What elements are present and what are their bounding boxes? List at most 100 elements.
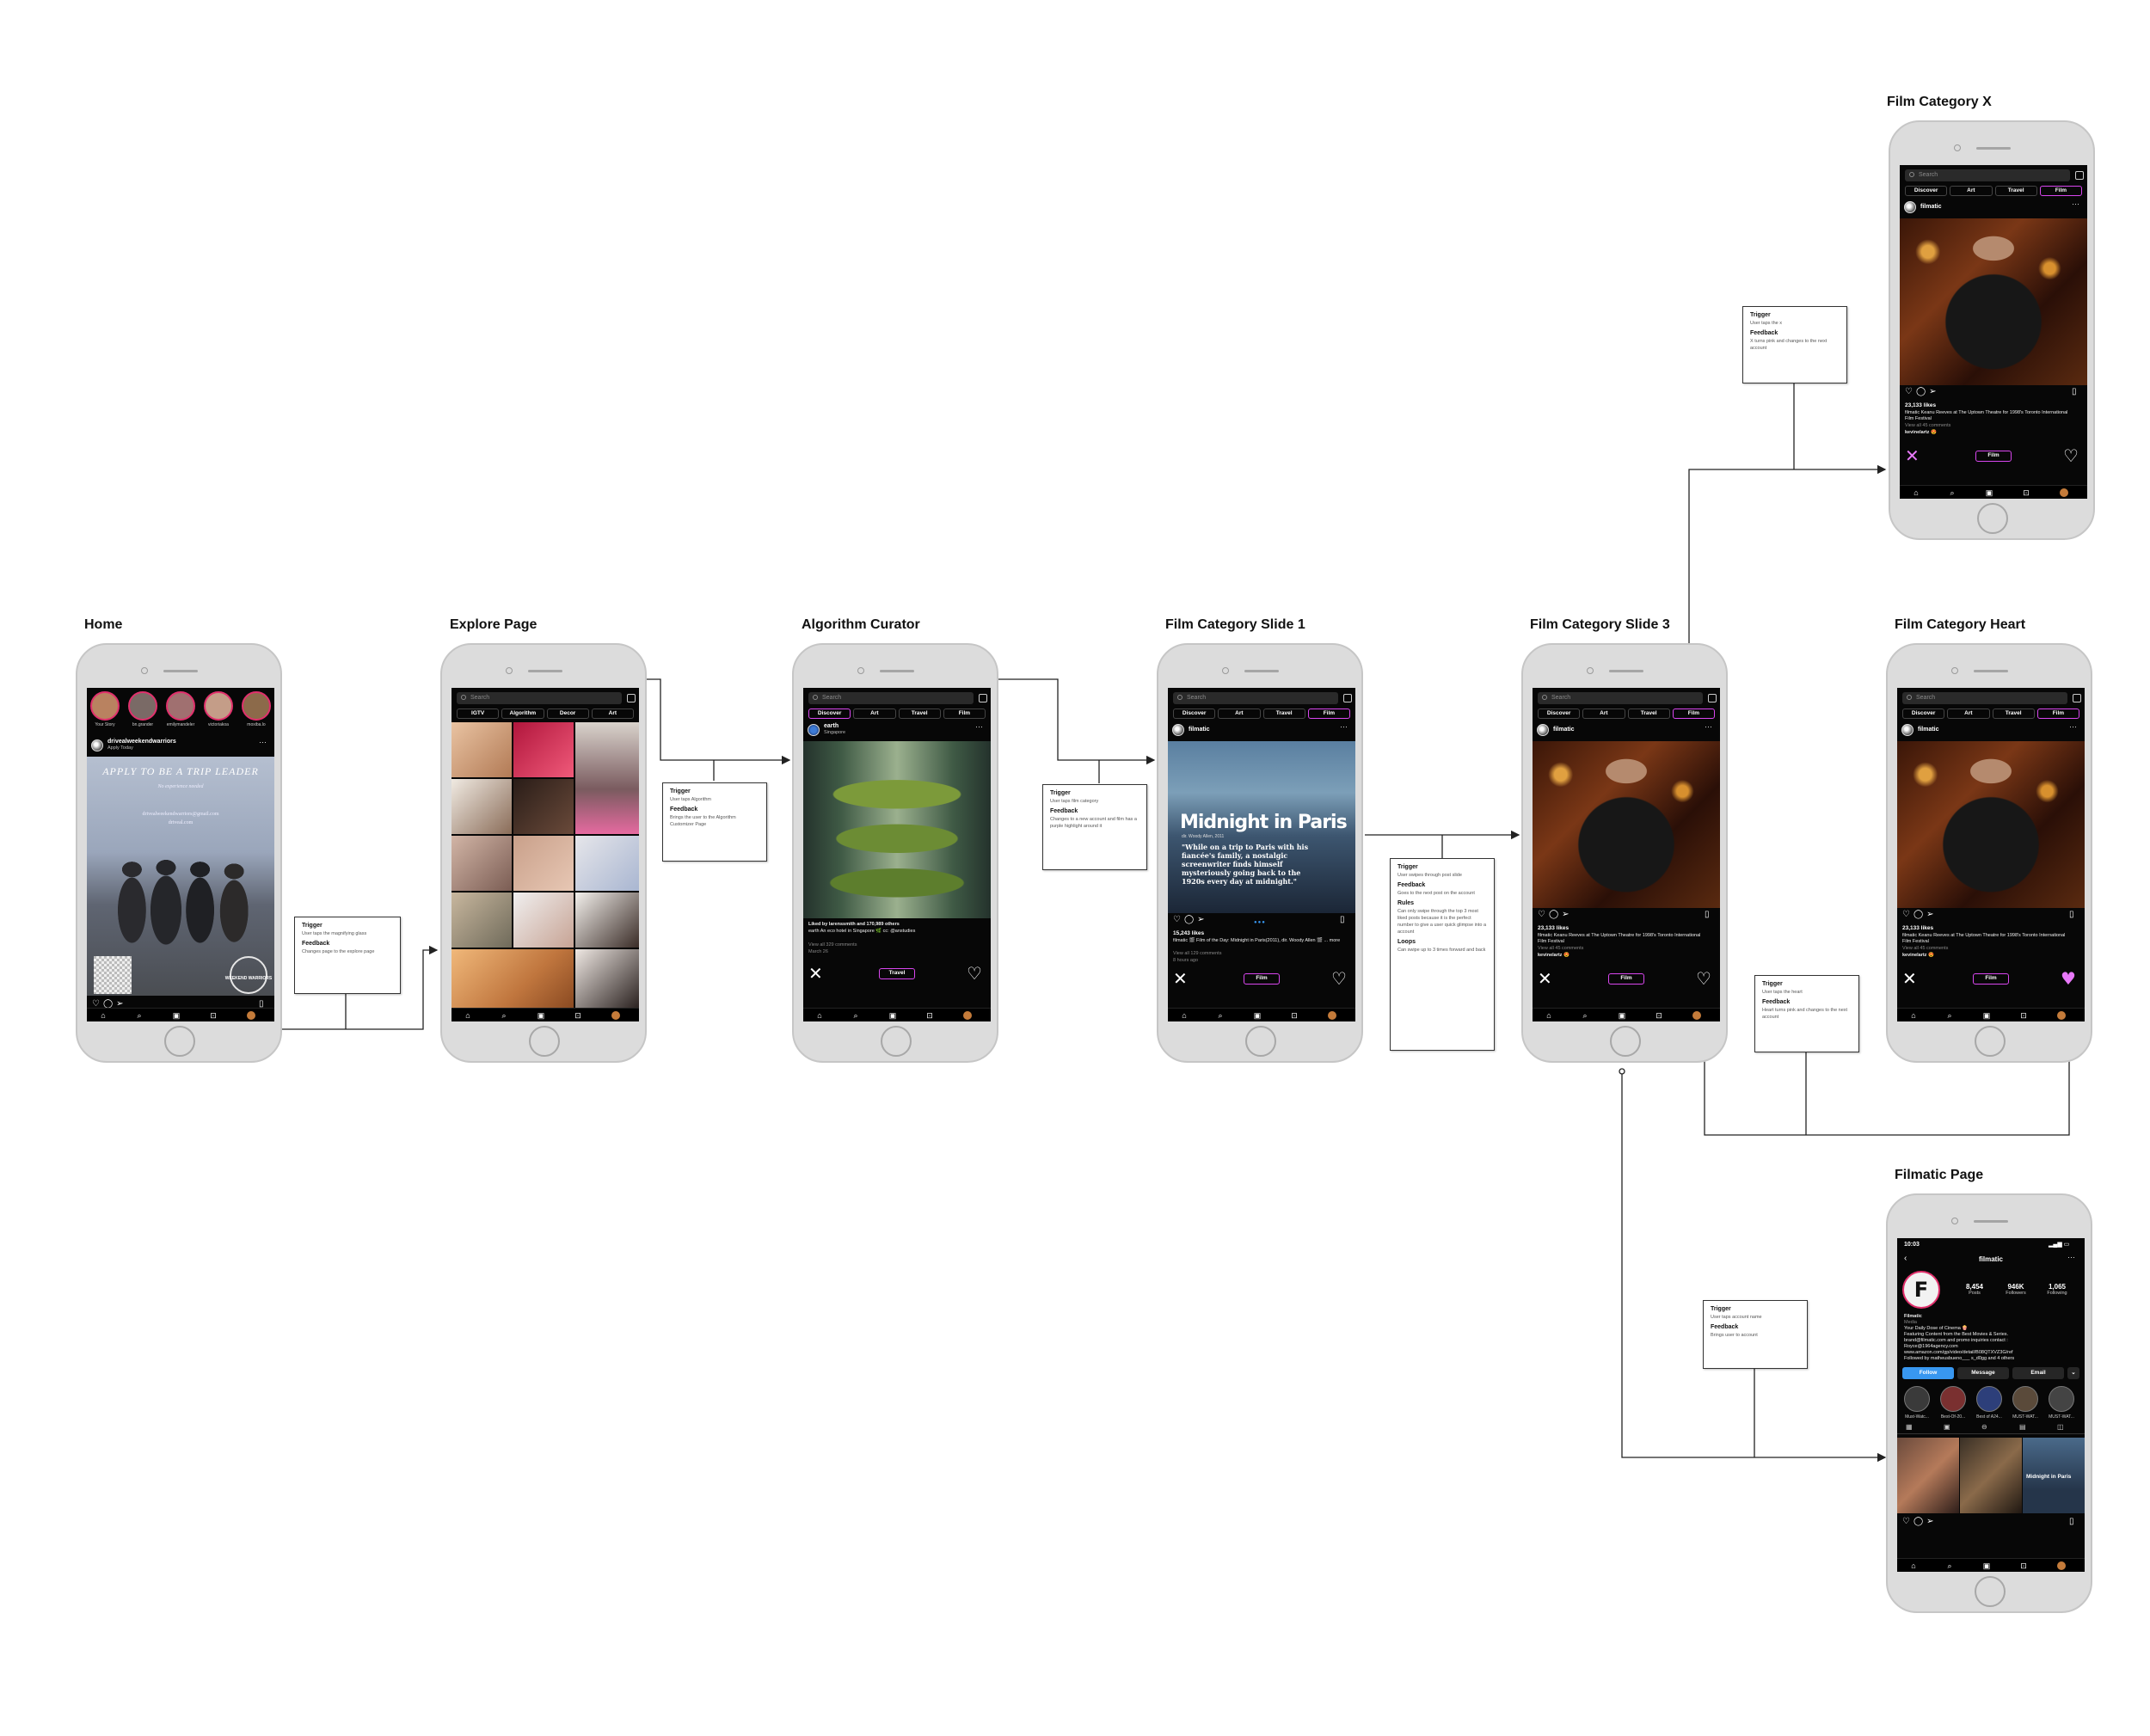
heart-icon[interactable]: ♡: [1696, 968, 1711, 989]
highlight-circle[interactable]: [2012, 1386, 2038, 1412]
grid-item[interactable]: [452, 836, 512, 891]
shop-icon[interactable]: ⊡: [1290, 1011, 1299, 1020]
comment-icon[interactable]: ◯: [1549, 910, 1562, 919]
reels-icon[interactable]: ▣: [1618, 1011, 1626, 1020]
search-icon[interactable]: ⌕: [1945, 1561, 1954, 1570]
post-account-name[interactable]: filmatic: [1920, 204, 1942, 210]
tab-discover[interactable]: Discover: [1902, 709, 1945, 719]
search-icon[interactable]: ⌕: [135, 1011, 144, 1020]
reels-icon[interactable]: ▣: [1982, 1011, 1991, 1020]
search-input[interactable]: Search: [1902, 692, 2067, 704]
home-icon[interactable]: ⌂: [815, 1011, 824, 1020]
heart-icon[interactable]: ♡: [2063, 445, 2079, 466]
view-comments-link[interactable]: View all 45 comments: [1905, 423, 2077, 429]
bio-link[interactable]: www.amazon.com/gp/video/detail/B08QTXVZ3…: [1904, 1350, 2076, 1356]
search-icon[interactable]: ⌕: [1945, 1011, 1954, 1020]
tab-travel[interactable]: Travel: [1627, 709, 1670, 719]
tab-algorithm[interactable]: Algorithm: [501, 709, 544, 719]
highlight-circle[interactable]: [1904, 1386, 1930, 1412]
tab-film[interactable]: Film: [2036, 709, 2079, 719]
tab-film[interactable]: Film: [1672, 709, 1715, 719]
grid-icon[interactable]: ▦: [1906, 1423, 1913, 1431]
more-options-icon[interactable]: ⋯: [1340, 722, 1348, 732]
tab-art[interactable]: Art: [1947, 709, 1990, 719]
view-comments-link[interactable]: View all 45 comments: [1902, 946, 2074, 952]
bookmark-icon[interactable]: ▯: [1705, 910, 1713, 919]
grid-item[interactable]: [452, 893, 512, 948]
grid-item[interactable]: [452, 779, 512, 834]
post-avatar[interactable]: [1901, 724, 1914, 736]
message-button[interactable]: Message: [1957, 1367, 2009, 1379]
reels-icon[interactable]: ▣: [172, 1011, 181, 1020]
post-thumbnail[interactable]: [1960, 1438, 2022, 1513]
post-account-name[interactable]: filmatic: [1553, 727, 1575, 733]
tab-igtv[interactable]: IGTV: [457, 709, 500, 719]
scan-icon[interactable]: [1343, 694, 1352, 702]
shop-icon[interactable]: ⊡: [2019, 1011, 2028, 1020]
tab-film[interactable]: Film: [943, 709, 986, 719]
story-avatar[interactable]: [204, 691, 233, 721]
heart-icon[interactable]: ♡: [967, 963, 982, 984]
grid-item[interactable]: [513, 722, 574, 777]
video-icon[interactable]: ⊖: [1981, 1423, 1987, 1431]
tab-discover[interactable]: Discover: [808, 709, 851, 719]
search-input[interactable]: Search: [1538, 692, 1703, 704]
shop-icon[interactable]: ⊡: [1655, 1011, 1663, 1020]
heart-icon[interactable]: ♡: [1173, 915, 1184, 924]
reels-icon[interactable]: ▣: [1253, 1011, 1262, 1020]
story-avatar[interactable]: [242, 691, 271, 721]
view-comments-link[interactable]: View all 129 comments: [1173, 951, 1345, 957]
shop-icon[interactable]: ⊡: [209, 1011, 218, 1020]
x-icon[interactable]: ✕: [808, 963, 823, 984]
scan-icon[interactable]: [627, 694, 636, 702]
shop-icon[interactable]: ⊡: [574, 1011, 582, 1020]
search-input[interactable]: Search: [808, 692, 974, 704]
view-comments-link[interactable]: View all 329 comments: [808, 942, 980, 948]
home-icon[interactable]: ⌂: [464, 1011, 472, 1020]
bookmark-icon[interactable]: ▯: [1340, 915, 1348, 924]
share-icon[interactable]: ➢: [1562, 910, 1572, 919]
bookmark-icon[interactable]: ▯: [2069, 1517, 2078, 1526]
comment-icon[interactable]: ◯: [1916, 387, 1929, 396]
grid-item[interactable]: [513, 836, 574, 891]
heart-icon-active[interactable]: ♥: [2061, 968, 2076, 989]
post-avatar[interactable]: [91, 739, 103, 751]
post-account-name[interactable]: earth: [824, 723, 838, 729]
profile-avatar-icon[interactable]: [1328, 1011, 1336, 1020]
profile-avatar-icon[interactable]: [2057, 1011, 2066, 1020]
grid-item[interactable]: [575, 893, 639, 948]
scan-icon[interactable]: [1708, 694, 1717, 702]
heart-icon[interactable]: ♡: [1902, 1517, 1914, 1526]
tab-decor[interactable]: Decor: [546, 709, 589, 719]
guides-icon[interactable]: ▤: [2019, 1423, 2026, 1431]
tab-travel[interactable]: Travel: [898, 709, 941, 719]
more-options-icon[interactable]: ⋯: [2072, 199, 2079, 209]
grid-item[interactable]: [452, 722, 512, 777]
tab-discover[interactable]: Discover: [1538, 709, 1581, 719]
story-avatar[interactable]: [128, 691, 157, 721]
tab-travel[interactable]: Travel: [1992, 709, 2035, 719]
comment-icon[interactable]: ◯: [1914, 1517, 1926, 1526]
tab-art[interactable]: Art: [1582, 709, 1625, 719]
post-avatar[interactable]: [1904, 201, 1916, 213]
followed-by[interactable]: Followed by matheusbueno___ s_d0gg and 4…: [1904, 1356, 2076, 1362]
reels-icon[interactable]: ▣: [537, 1011, 545, 1020]
home-icon[interactable]: ⌂: [1912, 488, 1920, 497]
share-icon[interactable]: ➢: [1197, 915, 1207, 924]
reels-icon[interactable]: ▣: [1944, 1423, 1950, 1431]
heart-icon[interactable]: ♡: [1905, 387, 1916, 396]
shop-icon[interactable]: ⊡: [925, 1011, 934, 1020]
post-avatar[interactable]: [1172, 724, 1184, 736]
post-thumbnail[interactable]: [1897, 1438, 1959, 1513]
bookmark-icon[interactable]: ▯: [2072, 387, 2080, 396]
email-button[interactable]: Email: [2012, 1367, 2064, 1379]
search-icon[interactable]: ⌕: [500, 1011, 508, 1020]
story-avatar[interactable]: [90, 691, 120, 721]
scan-icon[interactable]: [2075, 171, 2084, 180]
shop-icon[interactable]: ⊡: [2022, 488, 2030, 497]
highlight-circle[interactable]: [1940, 1386, 1966, 1412]
grid-item[interactable]: [575, 836, 639, 891]
profile-avatar-icon[interactable]: [611, 1011, 620, 1020]
highlight-circle[interactable]: [1976, 1386, 2002, 1412]
reels-icon[interactable]: ▣: [888, 1011, 897, 1020]
